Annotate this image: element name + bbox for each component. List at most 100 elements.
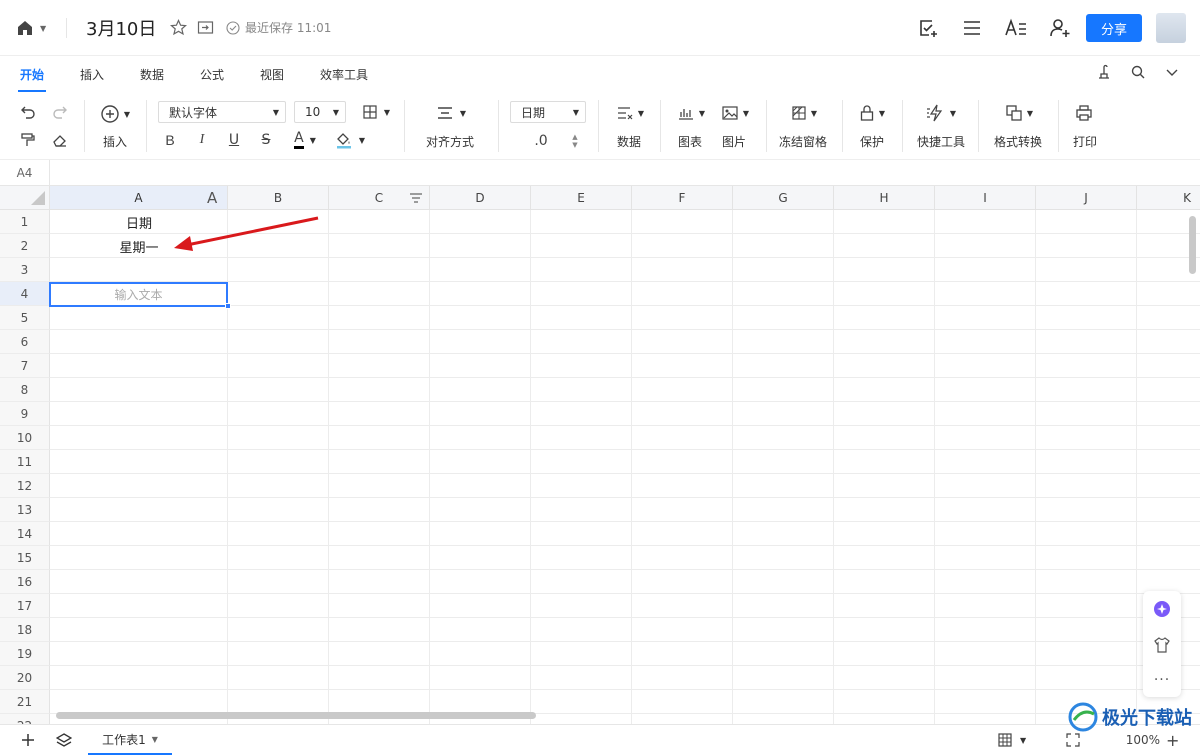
sheet-tab[interactable]: 工作表1 ▼ <box>88 725 172 755</box>
document-title[interactable]: 3月10日 <box>86 15 156 41</box>
redo-button[interactable] <box>50 104 70 120</box>
row-header-9[interactable]: 9 <box>0 402 50 426</box>
data-filter-icon <box>617 107 633 120</box>
column-header-h[interactable]: H <box>834 186 935 210</box>
star-icon[interactable] <box>170 19 187 36</box>
avatar[interactable] <box>1156 13 1186 43</box>
collapse-ribbon-icon[interactable] <box>1164 64 1180 80</box>
row-header-3[interactable]: 3 <box>0 258 50 282</box>
freeze-dropdown[interactable]: ▼ <box>788 104 820 122</box>
row-header-16[interactable]: 16 <box>0 570 50 594</box>
skin-theme-icon[interactable] <box>1153 636 1171 654</box>
chevron-down-icon: ▼ <box>949 108 957 118</box>
vertical-scrollbar[interactable] <box>1189 216 1196 274</box>
row-header-14[interactable]: 14 <box>0 522 50 546</box>
tab-view[interactable]: 视图 <box>260 66 284 83</box>
row-header-19[interactable]: 19 <box>0 642 50 666</box>
row-header-7[interactable]: 7 <box>0 354 50 378</box>
menu-button[interactable] <box>950 12 994 44</box>
row-header-22[interactable]: 22 <box>0 714 50 724</box>
column-font-icon[interactable]: A <box>207 189 217 207</box>
chevron-down-icon: ▼ <box>1026 108 1034 118</box>
spreadsheet-grid[interactable]: ABCDEFGHIJKA 1 2 3 4 5 6 7 8 9 10 11 12 13 14 15 16 17 18… <box>0 186 1200 724</box>
zoom-in-icon[interactable]: + <box>1166 731 1179 750</box>
tab-data[interactable]: 数据 <box>140 66 164 83</box>
tab-start[interactable]: 开始 <box>17 66 47 92</box>
annotation-arrow <box>174 216 319 251</box>
border-dropdown[interactable]: ▼ <box>360 103 392 121</box>
format-painter-button[interactable] <box>18 132 38 148</box>
row-header-12[interactable]: 12 <box>0 474 50 498</box>
underline-button[interactable]: U <box>226 131 242 149</box>
ai-assistant-icon[interactable] <box>1153 600 1171 618</box>
select-all-corner[interactable] <box>0 186 50 210</box>
column-header-g[interactable]: G <box>733 186 834 210</box>
row-header-5[interactable]: 5 <box>0 306 50 330</box>
row-header-6[interactable]: 6 <box>0 330 50 354</box>
tab-efficiency-tools[interactable]: 效率工具 <box>320 66 368 83</box>
italic-button[interactable]: I <box>194 131 210 149</box>
search-icon[interactable] <box>1130 64 1146 80</box>
column-filter-icon[interactable] <box>409 192 423 204</box>
row-header-1[interactable]: 1 <box>0 210 50 234</box>
undo-button[interactable] <box>18 104 38 120</box>
strikethrough-button[interactable]: S <box>258 131 274 149</box>
row-header-20[interactable]: 20 <box>0 666 50 690</box>
font-size-select[interactable]: 10 ▼ <box>294 101 346 123</box>
font-color-dropdown[interactable]: A ▼ <box>290 129 320 151</box>
align-dropdown[interactable]: ▼ <box>434 104 468 122</box>
decimal-stepper[interactable]: ▲ ▼ <box>570 130 580 152</box>
row-header-10[interactable]: 10 <box>0 426 50 450</box>
column-header-e[interactable]: E <box>531 186 632 210</box>
add-sheet-button[interactable] <box>20 732 36 751</box>
tab-formula[interactable]: 公式 <box>200 66 224 83</box>
text-settings-button[interactable] <box>994 12 1038 44</box>
row-header-18[interactable]: 18 <box>0 618 50 642</box>
decimal-button[interactable]: .0 <box>530 132 552 150</box>
format-convert-dropdown[interactable]: ▼ <box>1002 104 1036 122</box>
row-header-4[interactable]: 4 <box>0 282 50 306</box>
view-mode-dropdown[interactable]: ▼ <box>998 733 1026 747</box>
task-button[interactable] <box>906 12 950 44</box>
row-header-17[interactable]: 17 <box>0 594 50 618</box>
quick-tools-dropdown[interactable]: ▼ <box>924 104 958 122</box>
fill-handle[interactable] <box>225 303 231 309</box>
format-painter-icon <box>21 133 35 146</box>
column-header-k[interactable]: K <box>1137 186 1200 210</box>
add-collaborator-button[interactable] <box>1038 12 1082 44</box>
row-header-11[interactable]: 11 <box>0 450 50 474</box>
sheet-list-button[interactable] <box>55 732 73 751</box>
share-button[interactable]: 分享 <box>1086 14 1142 42</box>
row-header-8[interactable]: 8 <box>0 378 50 402</box>
row-header-15[interactable]: 15 <box>0 546 50 570</box>
zoom-level[interactable]: 100% <box>1126 733 1160 747</box>
picture-dropdown[interactable]: ▼ <box>718 104 752 122</box>
chevron-down-icon: ▼ <box>383 107 391 117</box>
name-box[interactable]: A4 <box>0 160 50 186</box>
protect-dropdown[interactable]: ▼ <box>856 104 888 122</box>
font-family-select[interactable]: 默认字体 ▼ <box>158 101 286 123</box>
fit-screen-button[interactable] <box>1066 733 1080 750</box>
row-header-13[interactable]: 13 <box>0 498 50 522</box>
horizontal-scrollbar[interactable] <box>56 712 536 719</box>
fill-color-dropdown[interactable]: ▼ <box>334 129 366 151</box>
bold-button[interactable]: B <box>162 131 178 149</box>
format-convert-icon <box>1006 105 1022 121</box>
row-header-21[interactable]: 21 <box>0 690 50 714</box>
home-button[interactable]: ▼ <box>16 16 52 40</box>
column-header-j[interactable]: J <box>1036 186 1137 210</box>
more-icon[interactable]: ··· <box>1154 672 1170 688</box>
brush-icon[interactable] <box>1096 64 1112 80</box>
row-header-2[interactable]: 2 <box>0 234 50 258</box>
clear-format-button[interactable] <box>50 132 70 148</box>
column-header-i[interactable]: I <box>935 186 1036 210</box>
tab-insert[interactable]: 插入 <box>80 66 104 83</box>
print-button[interactable] <box>1074 104 1094 122</box>
data-dropdown[interactable]: ▼ <box>614 104 646 122</box>
column-header-f[interactable]: F <box>632 186 733 210</box>
chart-dropdown[interactable]: ▼ <box>674 104 708 122</box>
insert-dropdown[interactable]: ▼ <box>98 104 132 124</box>
move-icon[interactable] <box>197 19 214 36</box>
number-format-select[interactable]: 日期 ▼ <box>510 101 586 123</box>
chevron-up-icon: ▲ <box>572 133 578 141</box>
